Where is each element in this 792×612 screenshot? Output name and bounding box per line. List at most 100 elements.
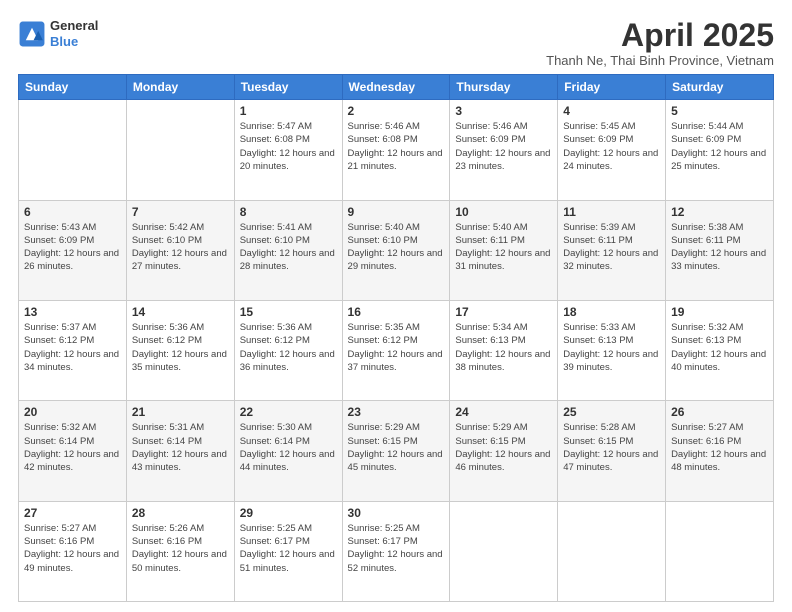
day-number: 6 xyxy=(24,205,121,219)
title-block: April 2025 Thanh Ne, Thai Binh Province,… xyxy=(546,18,774,68)
week-row-4: 20 Sunrise: 5:32 AMSunset: 6:14 PMDayligh… xyxy=(19,401,774,501)
day-number: 19 xyxy=(671,305,768,319)
day-info: Sunrise: 5:32 AMSunset: 6:14 PMDaylight:… xyxy=(24,421,121,474)
calendar-cell: 9Sunrise: 5:40 AMSunset: 6:10 PMDaylight… xyxy=(342,200,450,300)
day-number: 20 xyxy=(24,405,121,419)
day-info: Sunrise: 5:44 AMSunset: 6:09 PMDaylight:… xyxy=(671,120,768,173)
day-info: Sunrise: 5:45 AMSunset: 6:09 PMDaylight:… xyxy=(563,120,660,173)
day-info: Sunrise: 5:34 AMSunset: 6:13 PMDaylight:… xyxy=(455,321,552,374)
calendar-table: SundayMondayTuesdayWednesdayThursdayFrid… xyxy=(18,74,774,602)
day-number: 18 xyxy=(563,305,660,319)
calendar-cell xyxy=(558,501,666,601)
calendar-cell: 25Sunrise: 5:28 AMSunset: 6:15 PMDayligh… xyxy=(558,401,666,501)
day-number: 13 xyxy=(24,305,121,319)
calendar-cell: 19 Sunrise: 5:32 AMSunset: 6:13 PMDayligh… xyxy=(666,300,774,400)
calendar-cell: 10Sunrise: 5:40 AMSunset: 6:11 PMDayligh… xyxy=(450,200,558,300)
day-info: Sunrise: 5:26 AMSunset: 6:16 PMDaylight:… xyxy=(132,522,229,575)
day-info: Sunrise: 5:25 AMSunset: 6:17 PMDaylight:… xyxy=(240,522,337,575)
day-info: Sunrise: 5:27 AMSunset: 6:16 PMDaylight:… xyxy=(24,522,121,575)
day-info: Sunrise: 5:40 AMSunset: 6:10 PMDaylight:… xyxy=(348,221,445,274)
calendar-cell: 11Sunrise: 5:39 AMSunset: 6:11 PMDayligh… xyxy=(558,200,666,300)
day-info: Sunrise: 5:25 AMSunset: 6:17 PMDaylight:… xyxy=(348,522,445,575)
calendar-cell xyxy=(666,501,774,601)
day-info: Sunrise: 5:47 AMSunset: 6:08 PMDaylight:… xyxy=(240,120,337,173)
calendar-cell: 20 Sunrise: 5:32 AMSunset: 6:14 PMDayligh… xyxy=(19,401,127,501)
day-number: 3 xyxy=(455,104,552,118)
calendar-cell: 13 Sunrise: 5:37 AMSunset: 6:12 PMDayligh… xyxy=(19,300,127,400)
day-number: 16 xyxy=(348,305,445,319)
week-row-3: 13 Sunrise: 5:37 AMSunset: 6:12 PMDayligh… xyxy=(19,300,774,400)
calendar-cell: 14Sunrise: 5:36 AMSunset: 6:12 PMDayligh… xyxy=(126,300,234,400)
day-number: 7 xyxy=(132,205,229,219)
day-number: 29 xyxy=(240,506,337,520)
calendar-cell: 16 Sunrise: 5:35 AMSunset: 6:12 PMDayligh… xyxy=(342,300,450,400)
calendar-cell: 3 Sunrise: 5:46 AMSunset: 6:09 PMDaylight… xyxy=(450,100,558,200)
day-info: Sunrise: 5:28 AMSunset: 6:15 PMDaylight:… xyxy=(563,421,660,474)
calendar-cell: 21 Sunrise: 5:31 AMSunset: 6:14 PMDayligh… xyxy=(126,401,234,501)
day-number: 28 xyxy=(132,506,229,520)
day-info: Sunrise: 5:42 AMSunset: 6:10 PMDaylight:… xyxy=(132,221,229,274)
day-info: Sunrise: 5:30 AMSunset: 6:14 PMDaylight:… xyxy=(240,421,337,474)
calendar-cell xyxy=(450,501,558,601)
header: General Blue April 2025 Thanh Ne, Thai B… xyxy=(18,18,774,68)
calendar-cell: 6 Sunrise: 5:43 AMSunset: 6:09 PMDaylight… xyxy=(19,200,127,300)
week-row-1: 1 Sunrise: 5:47 AMSunset: 6:08 PMDaylight… xyxy=(19,100,774,200)
day-info: Sunrise: 5:33 AMSunset: 6:13 PMDaylight:… xyxy=(563,321,660,374)
calendar-cell: 23 Sunrise: 5:29 AMSunset: 6:15 PMDayligh… xyxy=(342,401,450,501)
calendar-cell: 28 Sunrise: 5:26 AMSunset: 6:16 PMDayligh… xyxy=(126,501,234,601)
calendar-cell: 24 Sunrise: 5:29 AMSunset: 6:15 PMDayligh… xyxy=(450,401,558,501)
day-info: Sunrise: 5:29 AMSunset: 6:15 PMDaylight:… xyxy=(348,421,445,474)
day-number: 8 xyxy=(240,205,337,219)
day-number: 12 xyxy=(671,205,768,219)
day-number: 27 xyxy=(24,506,121,520)
week-row-2: 6 Sunrise: 5:43 AMSunset: 6:09 PMDaylight… xyxy=(19,200,774,300)
day-number: 1 xyxy=(240,104,337,118)
calendar-cell: 18 Sunrise: 5:33 AMSunset: 6:13 PMDayligh… xyxy=(558,300,666,400)
day-number: 5 xyxy=(671,104,768,118)
logo-icon xyxy=(18,20,46,48)
day-info: Sunrise: 5:46 AMSunset: 6:09 PMDaylight:… xyxy=(455,120,552,173)
calendar-cell xyxy=(126,100,234,200)
column-header-friday: Friday xyxy=(558,75,666,100)
calendar-body: 1 Sunrise: 5:47 AMSunset: 6:08 PMDaylight… xyxy=(19,100,774,602)
day-info: Sunrise: 5:27 AMSunset: 6:16 PMDaylight:… xyxy=(671,421,768,474)
calendar-cell: 5 Sunrise: 5:44 AMSunset: 6:09 PMDaylight… xyxy=(666,100,774,200)
calendar-cell: 8Sunrise: 5:41 AMSunset: 6:10 PMDaylight… xyxy=(234,200,342,300)
page: General Blue April 2025 Thanh Ne, Thai B… xyxy=(0,0,792,612)
day-info: Sunrise: 5:37 AMSunset: 6:12 PMDaylight:… xyxy=(24,321,121,374)
day-number: 11 xyxy=(563,205,660,219)
logo-text: General Blue xyxy=(50,18,98,49)
day-number: 14 xyxy=(132,305,229,319)
day-info: Sunrise: 5:40 AMSunset: 6:11 PMDaylight:… xyxy=(455,221,552,274)
day-number: 30 xyxy=(348,506,445,520)
calendar-cell: 4Sunrise: 5:45 AMSunset: 6:09 PMDaylight… xyxy=(558,100,666,200)
day-info: Sunrise: 5:46 AMSunset: 6:08 PMDaylight:… xyxy=(348,120,445,173)
day-of-week-row: SundayMondayTuesdayWednesdayThursdayFrid… xyxy=(19,75,774,100)
day-info: Sunrise: 5:36 AMSunset: 6:12 PMDaylight:… xyxy=(240,321,337,374)
column-header-saturday: Saturday xyxy=(666,75,774,100)
subtitle: Thanh Ne, Thai Binh Province, Vietnam xyxy=(546,53,774,68)
day-info: Sunrise: 5:32 AMSunset: 6:13 PMDaylight:… xyxy=(671,321,768,374)
day-info: Sunrise: 5:35 AMSunset: 6:12 PMDaylight:… xyxy=(348,321,445,374)
main-title: April 2025 xyxy=(546,18,774,53)
day-number: 26 xyxy=(671,405,768,419)
day-number: 15 xyxy=(240,305,337,319)
day-number: 23 xyxy=(348,405,445,419)
calendar-cell: 17 Sunrise: 5:34 AMSunset: 6:13 PMDayligh… xyxy=(450,300,558,400)
day-info: Sunrise: 5:29 AMSunset: 6:15 PMDaylight:… xyxy=(455,421,552,474)
day-info: Sunrise: 5:31 AMSunset: 6:14 PMDaylight:… xyxy=(132,421,229,474)
calendar-cell: 26 Sunrise: 5:27 AMSunset: 6:16 PMDayligh… xyxy=(666,401,774,501)
day-info: Sunrise: 5:43 AMSunset: 6:09 PMDaylight:… xyxy=(24,221,121,274)
day-number: 24 xyxy=(455,405,552,419)
day-number: 2 xyxy=(348,104,445,118)
day-number: 21 xyxy=(132,405,229,419)
day-number: 17 xyxy=(455,305,552,319)
calendar-cell: 29 Sunrise: 5:25 AMSunset: 6:17 PMDayligh… xyxy=(234,501,342,601)
calendar-cell: 22Sunrise: 5:30 AMSunset: 6:14 PMDayligh… xyxy=(234,401,342,501)
calendar-cell: 2 Sunrise: 5:46 AMSunset: 6:08 PMDaylight… xyxy=(342,100,450,200)
calendar-cell xyxy=(19,100,127,200)
week-row-5: 27 Sunrise: 5:27 AMSunset: 6:16 PMDayligh… xyxy=(19,501,774,601)
logo: General Blue xyxy=(18,18,98,49)
column-header-tuesday: Tuesday xyxy=(234,75,342,100)
day-info: Sunrise: 5:38 AMSunset: 6:11 PMDaylight:… xyxy=(671,221,768,274)
